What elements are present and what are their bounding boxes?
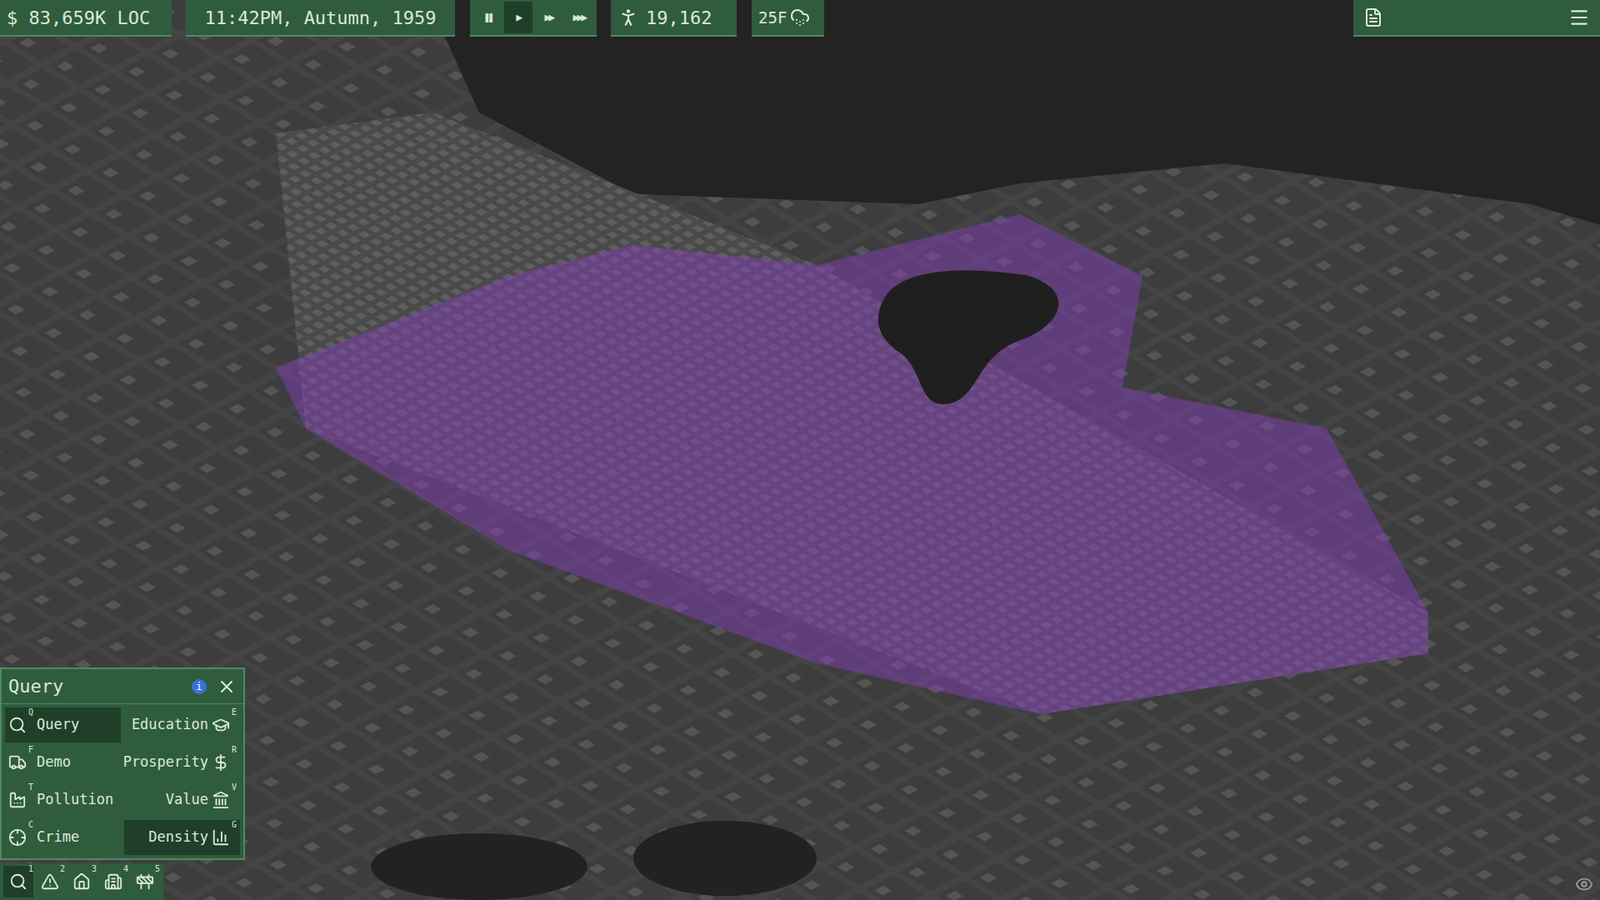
tool-icon xyxy=(9,872,28,891)
panel-title: Query xyxy=(8,672,64,700)
game-screen: $ 83,659K LOC11:42PM, Autumn, 1959❚❚▶▶▶▶… xyxy=(0,0,1600,900)
query-button[interactable]: EducationE xyxy=(124,707,240,743)
speed-button[interactable]: ▶ xyxy=(504,1,534,34)
weather-display: 25F xyxy=(751,0,825,37)
speed-button[interactable]: ❚❚ xyxy=(473,1,503,34)
speed-controls: ❚❚▶▶▶▶▶▶ xyxy=(470,0,597,37)
query-mode-icon xyxy=(211,828,230,847)
top-bar: $ 83,659K LOC11:42PM, Autumn, 1959❚❚▶▶▶▶… xyxy=(0,0,825,37)
query-mode-icon xyxy=(211,753,230,772)
info-button[interactable]: i xyxy=(191,679,207,695)
query-buttons: QQueryEducationEFDemoProsperityRTPolluti… xyxy=(1,704,244,859)
query-button[interactable]: CCrime xyxy=(5,820,121,855)
query-mode-icon xyxy=(8,828,27,847)
query-mode-icon xyxy=(211,790,230,810)
query-button[interactable]: FDemo xyxy=(5,745,121,780)
query-mode-icon xyxy=(8,715,27,735)
population-display: 19,162 xyxy=(610,0,737,37)
query-button[interactable]: TPollution xyxy=(5,782,121,818)
eye-icon[interactable] xyxy=(1575,875,1594,894)
menu-icon[interactable] xyxy=(1568,6,1590,29)
query-mode-icon xyxy=(211,715,230,735)
toolbar: 12345 xyxy=(0,863,164,900)
speed-button[interactable]: ▶▶▶ xyxy=(565,1,595,34)
tool-button[interactable]: 1 xyxy=(3,865,34,898)
tool-button[interactable]: 3 xyxy=(66,865,97,898)
query-button[interactable]: QQuery xyxy=(5,707,121,743)
money-display: $ 83,659K LOC xyxy=(0,0,172,37)
menu-bar xyxy=(1353,0,1600,37)
tool-icon xyxy=(72,872,91,891)
person-icon xyxy=(617,6,640,29)
query-button[interactable]: DensityG xyxy=(124,820,240,855)
tool-icon xyxy=(135,872,155,891)
tool-icon xyxy=(40,872,60,891)
query-mode-icon xyxy=(8,790,27,810)
panel-header: Query i xyxy=(1,669,244,705)
query-button[interactable]: ValueV xyxy=(124,782,240,818)
speed-button[interactable]: ▶▶ xyxy=(534,1,564,34)
query-panel: Query i QQueryEducationEFDemoProsperityRTP… xyxy=(0,667,245,860)
query-mode-icon xyxy=(8,753,27,772)
date-display: 11:42PM, Autumn, 1959 xyxy=(185,0,455,37)
tool-button[interactable]: 4 xyxy=(98,865,129,898)
newspaper-icon[interactable] xyxy=(1363,7,1384,28)
query-button[interactable]: ProsperityR xyxy=(124,745,240,780)
close-icon[interactable] xyxy=(216,676,237,697)
tool-icon xyxy=(104,872,123,891)
tool-button[interactable]: 5 xyxy=(130,865,160,898)
tool-button[interactable]: 2 xyxy=(35,865,65,898)
snow-cloud-icon xyxy=(790,7,810,28)
